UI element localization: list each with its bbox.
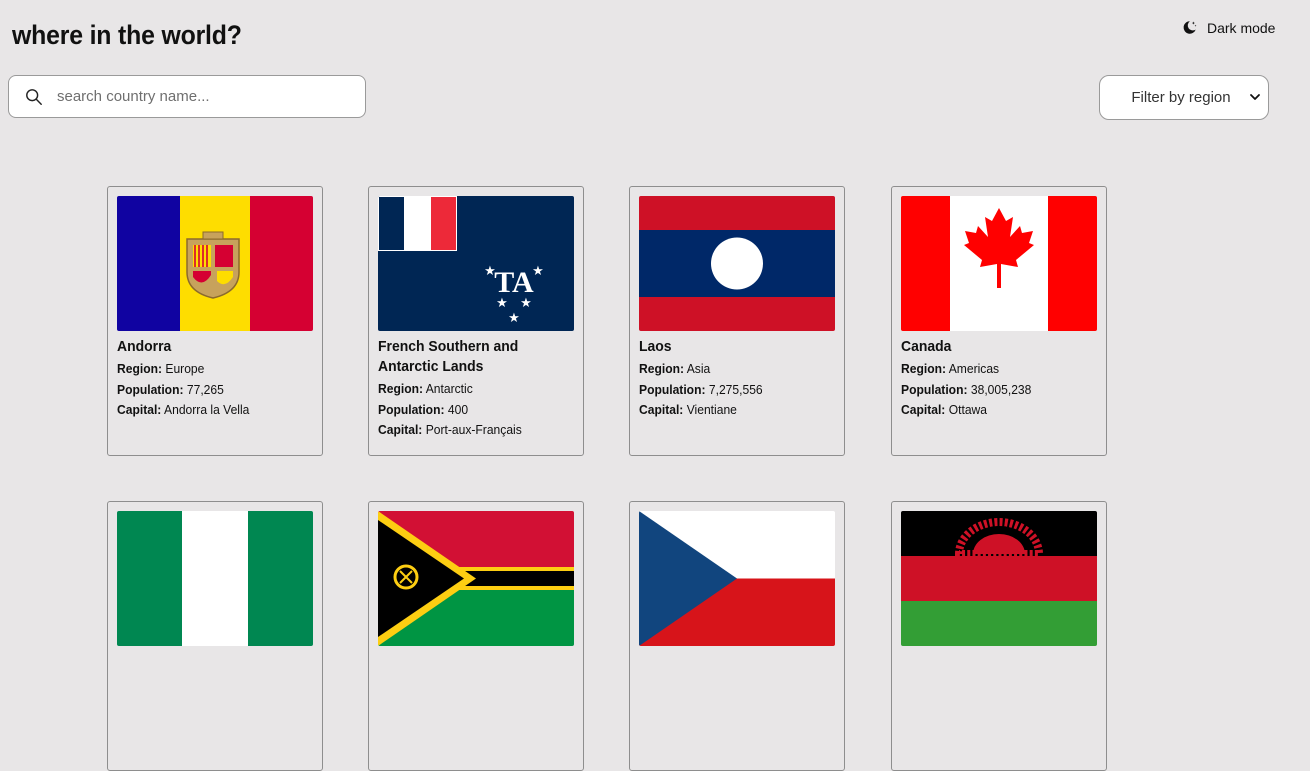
country-region: Antarctic (425, 381, 473, 396)
french-southern-antarctic-lands-flag: TA ★ ★ ★ ★ ★ (378, 196, 574, 331)
country-population: 7,275,556 (708, 381, 763, 397)
czechia-flag (639, 511, 835, 646)
canada-flag (901, 196, 1097, 331)
country-capital: Vientiane (686, 402, 737, 417)
country-population: 400 (447, 401, 469, 417)
country-info: Region: Europe Population: 77,265 Capita… (117, 359, 312, 421)
population-label: Population: (901, 381, 968, 397)
svg-text:★: ★ (484, 263, 496, 278)
country-info: Region: Antarctic Population: 400 Capita… (378, 379, 573, 441)
country-population: 38,005,238 (970, 381, 1032, 397)
country-name: Canada (901, 338, 952, 355)
capital-label: Capital: (117, 402, 162, 417)
moon-icon (1183, 21, 1197, 34)
country-name: Laos (639, 338, 672, 355)
search-icon (26, 88, 42, 105)
search-input[interactable] (55, 87, 349, 106)
country-card-canada[interactable]: Canada Region: Americas Population: 38,0… (891, 186, 1107, 456)
country-card-french-southern-antarctic-lands[interactable]: TA ★ ★ ★ ★ ★ French Southern and Antarct… (368, 186, 584, 456)
country-region: Asia (686, 361, 711, 376)
dark-mode-toggle[interactable]: Dark mode (1181, 19, 1275, 36)
country-info: Region: Americas Population: 38,005,238 … (901, 359, 1096, 421)
svg-text:★: ★ (508, 310, 520, 325)
population-label: Population: (639, 381, 706, 397)
country-name: French Southern and Antarctic Lands (378, 338, 519, 375)
nigeria-flag (117, 511, 313, 646)
country-region: Europe (165, 361, 205, 376)
country-population: 77,265 (186, 381, 224, 397)
andorra-flag (117, 196, 313, 331)
country-card-vanuatu[interactable] (368, 501, 584, 771)
region-filter-value: Filter by region (1131, 89, 1231, 106)
search-box (8, 75, 366, 118)
chevron-down-icon (1250, 94, 1260, 100)
laos-flag (639, 196, 835, 331)
capital-label: Capital: (901, 402, 946, 417)
region-label: Region: (901, 361, 947, 376)
country-card-czechia[interactable] (629, 501, 845, 771)
region-label: Region: (117, 361, 163, 376)
country-card-malawi[interactable] (891, 501, 1107, 771)
region-label: Region: (378, 381, 424, 396)
country-name: Andorra (117, 338, 172, 355)
dark-mode-label: Dark mode (1207, 19, 1276, 36)
population-label: Population: (378, 401, 445, 417)
svg-text:★: ★ (520, 295, 532, 310)
country-capital: Andorra la Vella (164, 402, 250, 417)
region-label: Region: (639, 361, 685, 376)
malawi-flag (901, 511, 1097, 646)
country-card-nigeria[interactable] (107, 501, 323, 771)
svg-text:★: ★ (532, 263, 544, 278)
page-title: where in the world? (12, 20, 242, 50)
region-filter-select[interactable]: Filter by region (1099, 75, 1269, 120)
capital-label: Capital: (378, 422, 423, 437)
vanuatu-flag (378, 511, 574, 646)
country-card-andorra[interactable]: Andorra Region: Europe Population: 77,26… (107, 186, 323, 456)
svg-text:★: ★ (496, 295, 508, 310)
country-region: Americas (948, 361, 1000, 376)
country-card-laos[interactable]: Laos Region: Asia Population: 7,275,556 … (629, 186, 845, 456)
country-info: Region: Asia Population: 7,275,556 Capit… (639, 359, 834, 421)
capital-label: Capital: (639, 402, 684, 417)
population-label: Population: (117, 381, 184, 397)
country-capital: Port-aux-Français (425, 422, 522, 437)
country-capital: Ottawa (948, 402, 988, 417)
